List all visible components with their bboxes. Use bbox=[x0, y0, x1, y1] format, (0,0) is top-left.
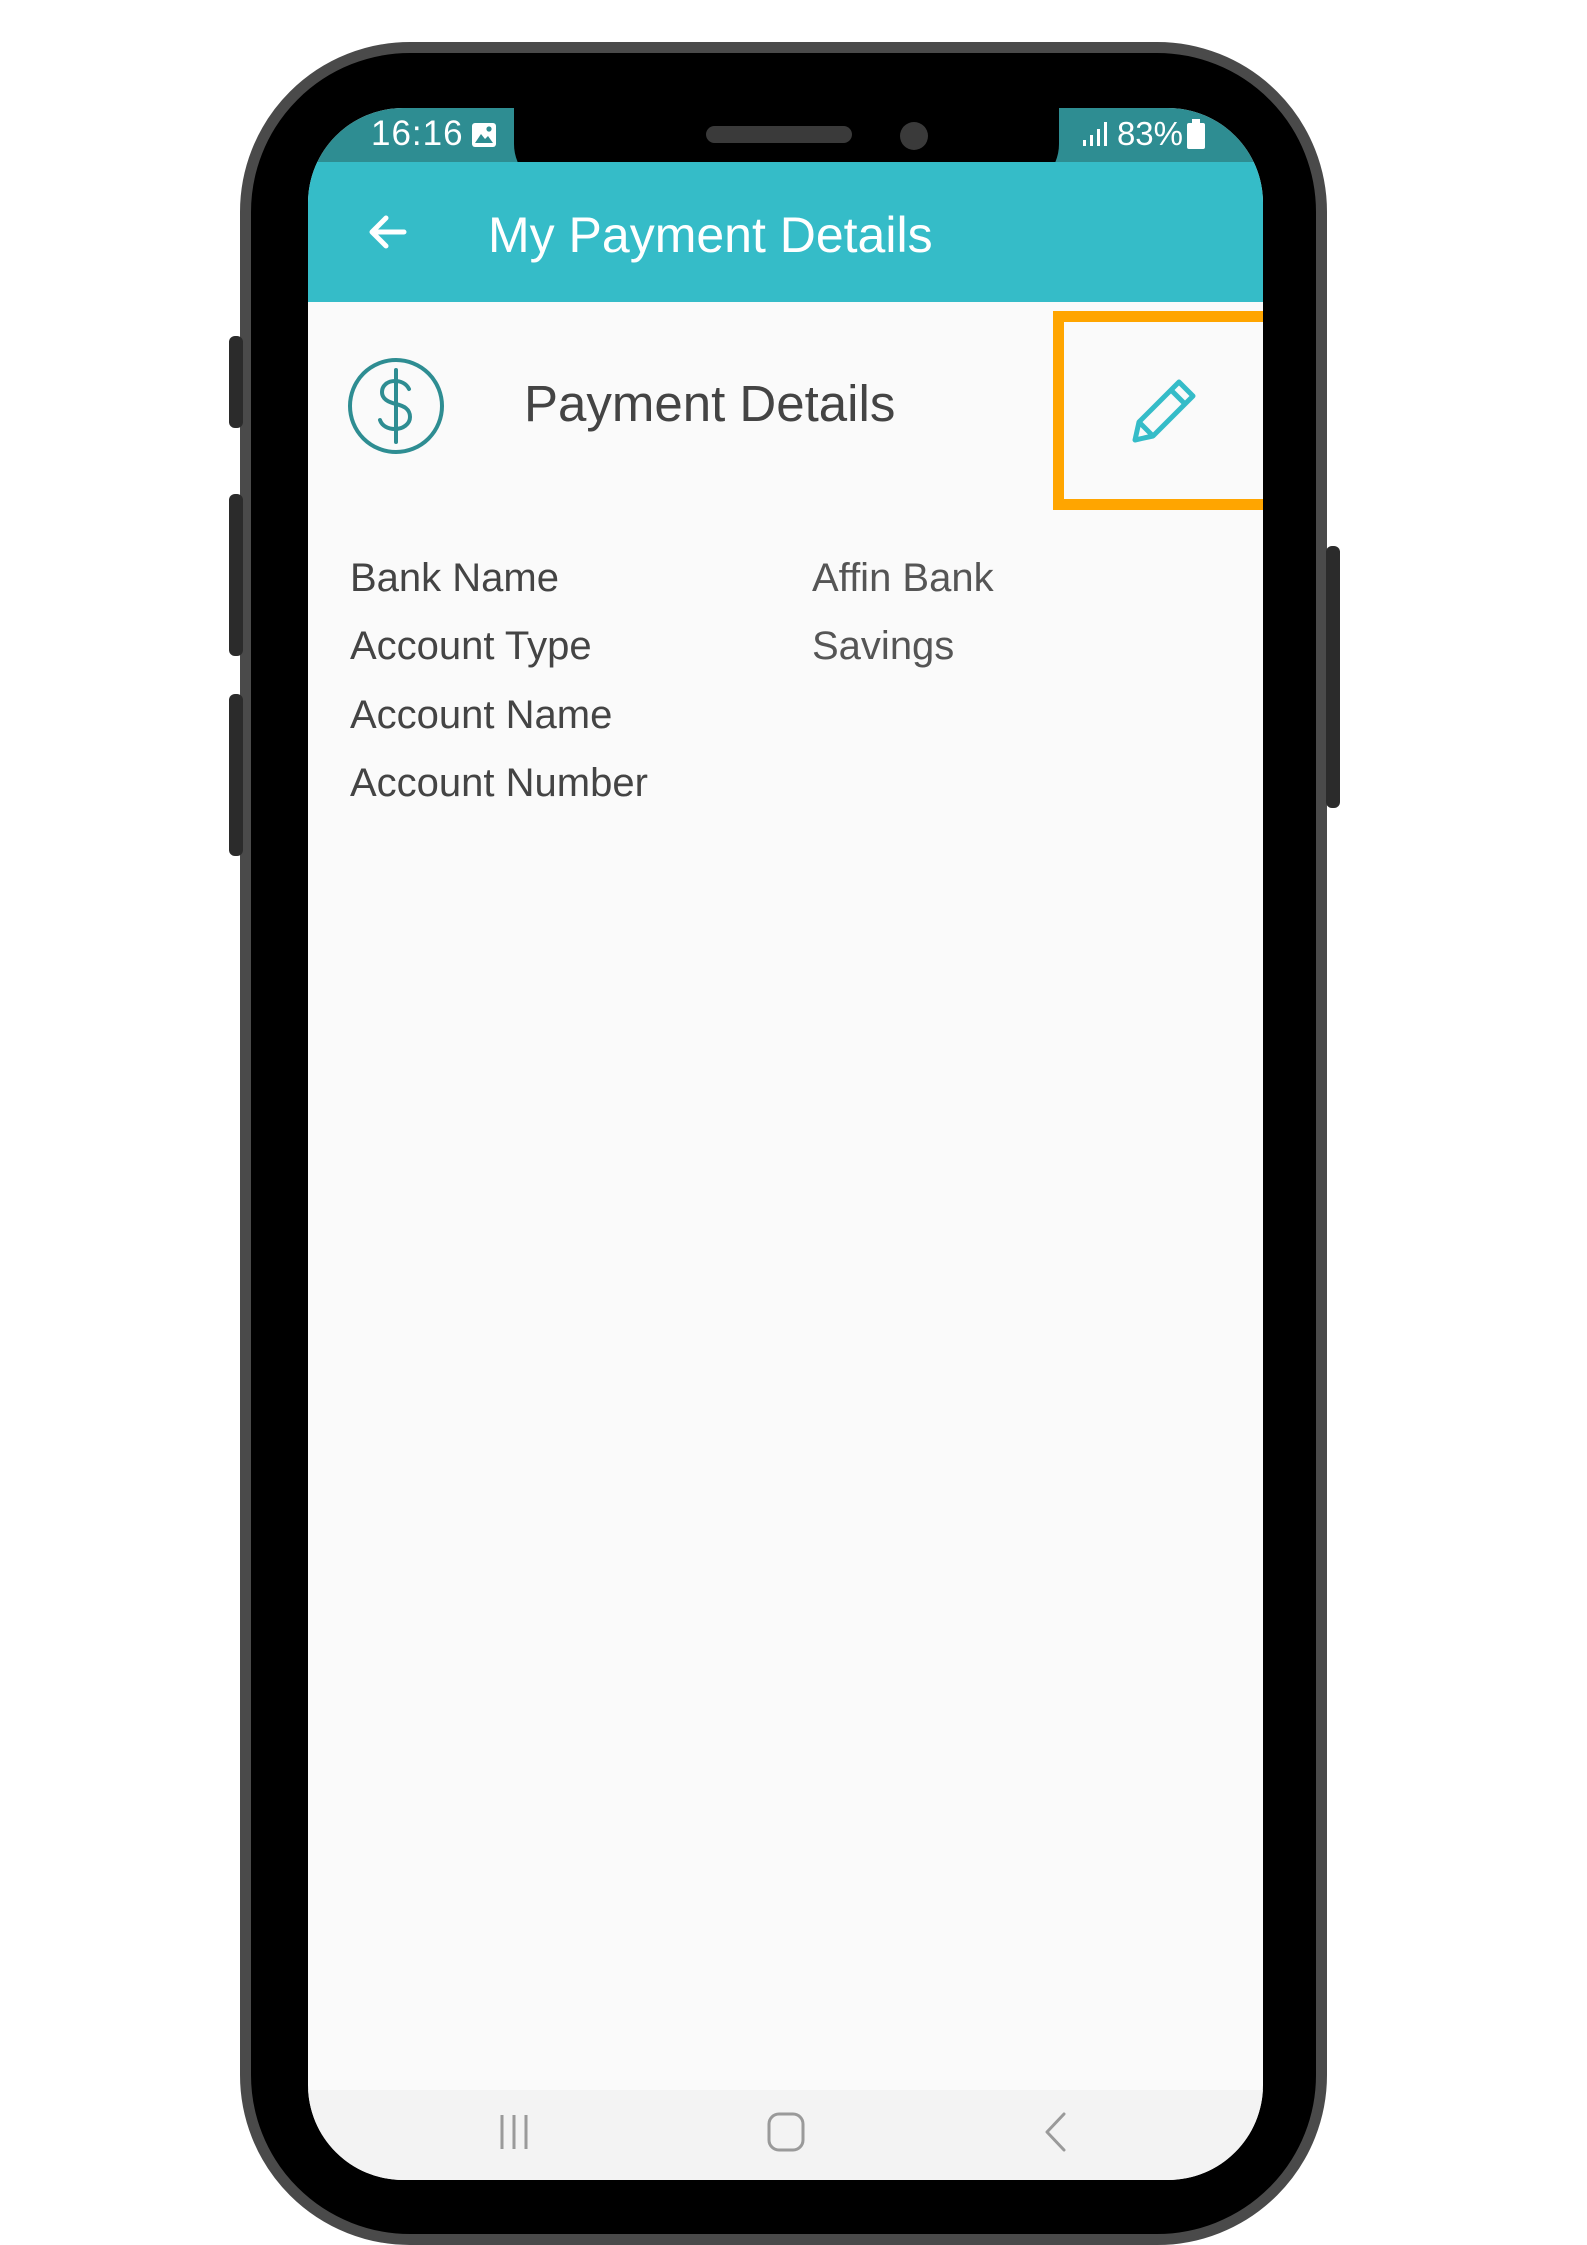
account-type-value: Savings bbox=[812, 624, 955, 668]
pencil-icon bbox=[1132, 379, 1195, 442]
signal-icon bbox=[1082, 122, 1107, 146]
front-camera bbox=[900, 122, 928, 150]
battery-percentage: 83% bbox=[1116, 115, 1183, 152]
volume-down-button bbox=[229, 694, 243, 856]
back-nav-icon bbox=[1045, 2112, 1066, 2152]
power-button bbox=[1326, 546, 1340, 808]
home-button[interactable] bbox=[746, 2106, 826, 2158]
volume-up-button bbox=[229, 494, 243, 656]
page-title: My Payment Details bbox=[488, 207, 933, 263]
back-button[interactable] bbox=[348, 192, 428, 272]
home-icon bbox=[767, 2112, 805, 2152]
account-name-label: Account Name bbox=[350, 693, 613, 737]
status-time: 16:16 bbox=[371, 114, 464, 153]
section-title: Payment Details bbox=[524, 375, 896, 432]
back-nav-button[interactable] bbox=[1016, 2106, 1096, 2158]
bank-name-value: Affin Bank bbox=[812, 556, 994, 600]
gallery-icon bbox=[472, 123, 496, 147]
recent-apps-icon bbox=[500, 2115, 528, 2149]
earpiece-speaker bbox=[706, 126, 852, 143]
bank-name-label: Bank Name bbox=[350, 556, 559, 600]
app-bar: My Payment Details bbox=[308, 162, 1263, 302]
account-type-label: Account Type bbox=[350, 624, 592, 668]
system-nav-bar bbox=[308, 2090, 1263, 2180]
phone-screen: 16:16 83% My Payment Details Payment Det… bbox=[308, 108, 1263, 2180]
side-button-top bbox=[229, 336, 243, 428]
account-number-label: Account Number bbox=[350, 761, 648, 805]
battery-icon bbox=[1187, 119, 1205, 149]
arrow-left-icon bbox=[369, 215, 407, 249]
dollar-circle-icon bbox=[348, 358, 444, 454]
status-right: 83% bbox=[1081, 114, 1205, 154]
recent-apps-button[interactable] bbox=[474, 2106, 554, 2158]
edit-button[interactable] bbox=[1053, 311, 1263, 510]
